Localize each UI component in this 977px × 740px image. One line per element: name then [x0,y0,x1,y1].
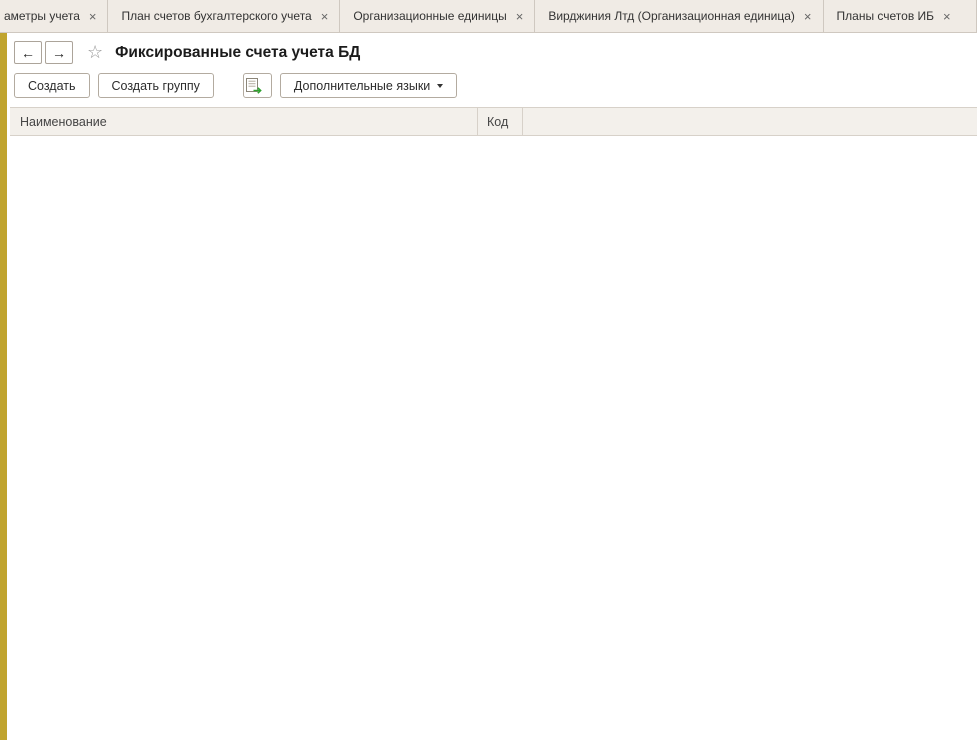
star-icon[interactable]: ☆ [87,42,103,63]
create-group-button-label: Создать группу [112,79,200,93]
create-group-button[interactable]: Создать группу [98,73,214,98]
tab-label: Вирджиния Лтд (Организационная единица) [548,9,795,23]
table-header: Наименование Код [10,107,977,136]
command-bar: Создать Создать группу Дополнительные яз… [0,68,977,98]
tab-label: Организационные единицы [353,9,506,23]
forward-button[interactable]: → [45,41,73,64]
column-header-account[interactable] [523,108,977,135]
history-buttons: ← → [14,41,73,64]
caret-down-icon [437,84,443,88]
close-icon[interactable]: × [516,10,524,23]
close-icon[interactable]: × [804,10,812,23]
left-accent-strip [0,33,7,740]
column-header-code[interactable]: Код [478,108,523,135]
close-icon[interactable]: × [321,10,329,23]
additional-languages-button[interactable]: Дополнительные языки [280,73,457,98]
page-title: Фиксированные счета учета БД [115,44,360,62]
tab[interactable]: Планы счетов ИБ × [824,0,977,32]
close-icon[interactable]: × [89,10,97,23]
column-header-name[interactable]: Наименование [10,108,478,135]
tab-label: аметры учета [4,9,80,23]
back-button[interactable]: ← [14,41,42,64]
tab[interactable]: План счетов бухгалтерского учета × [108,0,340,32]
tab-bar: аметры учета × План счетов бухгалтерског… [0,0,977,33]
export-button[interactable] [243,73,272,98]
navigation-row: ← → ☆ Фиксированные счета учета БД [0,33,977,68]
create-button[interactable]: Создать [14,73,90,98]
tab-label: Планы счетов ИБ [837,9,935,23]
accounts-tree-table: Наименование Код [10,107,977,136]
document-export-icon [245,78,263,94]
tab[interactable]: аметры учета × [0,0,108,32]
create-button-label: Создать [28,79,76,93]
arrow-right-icon: → [52,45,66,61]
arrow-left-icon: ← [21,45,35,61]
close-icon[interactable]: × [943,10,951,23]
tab[interactable]: Организационные единицы × [340,0,535,32]
tab-label: План счетов бухгалтерского учета [121,9,311,23]
additional-languages-label: Дополнительные языки [294,79,430,93]
tab[interactable]: Вирджиния Лтд (Организационная единица) … [535,0,823,32]
